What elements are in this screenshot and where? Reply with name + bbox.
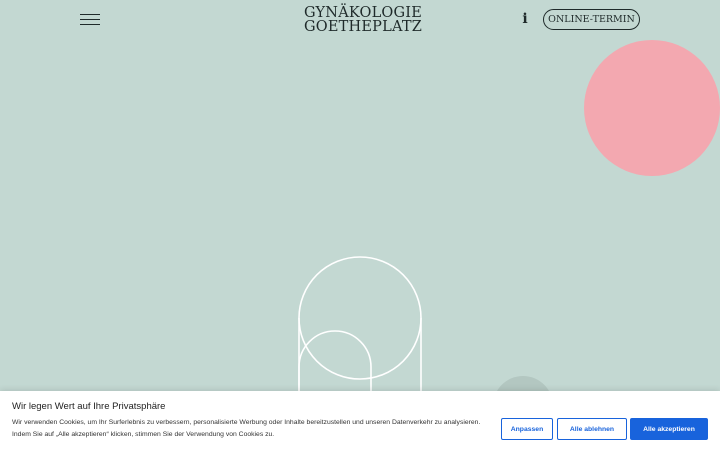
menu-bar-top bbox=[80, 14, 100, 15]
online-appointment-button[interactable]: ONLINE-TERMIN bbox=[543, 9, 640, 30]
page: GYNÄKOLOGIE GOETHEPLATZ i ONLINE-TERMIN … bbox=[0, 0, 720, 450]
cookie-banner-title: Wir legen Wert auf Ihre Privatsphäre bbox=[12, 401, 166, 412]
menu-bar-bottom bbox=[80, 24, 100, 25]
customize-button[interactable]: Anpassen bbox=[501, 418, 553, 440]
info-icon[interactable]: i bbox=[519, 11, 531, 27]
logo-line-1: GYNÄKOLOGIE bbox=[304, 5, 423, 21]
cookie-consent-banner: Wir legen Wert auf Ihre Privatsphäre Wir… bbox=[0, 391, 720, 450]
accept-all-button[interactable]: Alle akzeptieren bbox=[630, 418, 708, 440]
site-logo[interactable]: GYNÄKOLOGIE GOETHEPLATZ bbox=[304, 5, 434, 35]
pink-circle-decoration bbox=[584, 40, 720, 176]
reject-all-button[interactable]: Alle ablehnen bbox=[557, 418, 627, 440]
hamburger-menu-icon[interactable] bbox=[80, 14, 100, 26]
arch-line-art bbox=[298, 256, 422, 410]
menu-bar-middle bbox=[80, 19, 100, 20]
cookie-banner-text: Wir verwenden Cookies, um Ihr Surferlebn… bbox=[12, 419, 481, 438]
logo-line-2: GOETHEPLATZ bbox=[304, 19, 422, 35]
